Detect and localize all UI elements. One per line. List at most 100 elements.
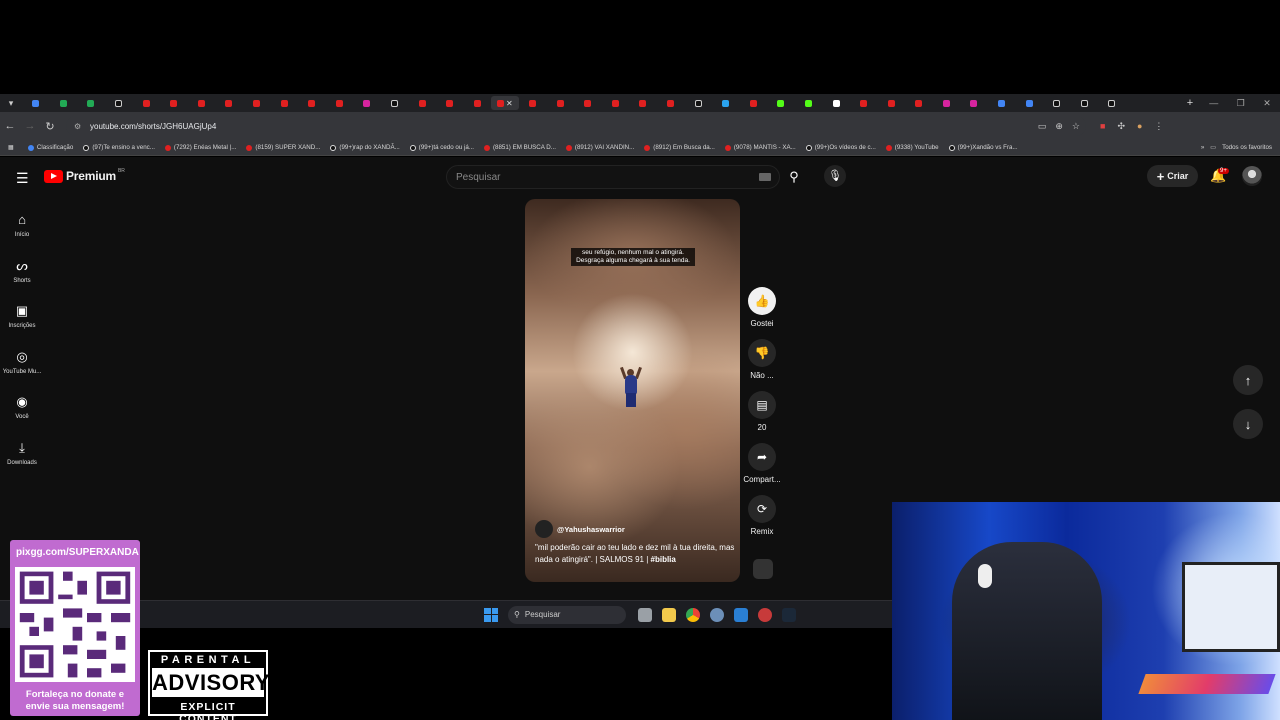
browser-menu-icon[interactable]: ⋮ (1154, 121, 1163, 132)
browser-tab[interactable] (657, 96, 685, 110)
forward-button[interactable]: → (20, 120, 40, 132)
browser-tab[interactable] (546, 96, 574, 110)
guide-item-youtube-music[interactable]: ◎ YouTube Mu... (0, 340, 44, 386)
bookmark-item[interactable]: (9078) MANTIS - XA... (724, 144, 796, 151)
browser-tab[interactable] (464, 96, 492, 110)
bookmark-item[interactable]: (8912) Em Busca da... (644, 144, 715, 151)
browser-tab[interactable] (188, 96, 216, 110)
previous-short-button[interactable]: ↑ (1233, 365, 1263, 395)
browser-tab[interactable] (574, 96, 602, 110)
guide-item-user[interactable]: ◉ Você (0, 385, 44, 431)
browser-tab[interactable] (105, 96, 133, 110)
share-icon[interactable]: ➦ (748, 443, 776, 471)
recorder-icon[interactable] (758, 607, 772, 622)
bookmark-item[interactable]: (9338) YouTube (885, 144, 939, 151)
browser-tab[interactable] (739, 96, 767, 110)
search-input[interactable]: Pesquisar (446, 165, 780, 189)
close-tab-icon[interactable]: ✕ (506, 99, 513, 108)
browser-tab[interactable] (77, 96, 105, 110)
search-icon[interactable]: ⚲ (782, 165, 806, 189)
close-window-icon[interactable]: ✕ (1263, 98, 1271, 109)
tab-search-chevron-icon[interactable]: ▾ (0, 94, 22, 112)
browser-tab[interactable] (408, 96, 436, 110)
browser-tab[interactable] (795, 96, 823, 110)
comment-icon[interactable]: ▤ (748, 391, 776, 419)
browser-tab[interactable] (436, 96, 464, 110)
settings-icon[interactable] (710, 607, 724, 622)
keyboard-icon[interactable] (759, 173, 771, 181)
browser-tab[interactable] (50, 96, 78, 110)
browser-tab[interactable] (822, 96, 850, 110)
back-button[interactable]: ← (0, 120, 20, 132)
browser-tab[interactable] (1043, 96, 1071, 110)
bookmark-item[interactable]: (97)Te ensino a venc... (83, 144, 155, 151)
guide-item-home[interactable]: ⌂ Início (0, 203, 44, 249)
browser-tab[interactable] (1071, 96, 1099, 110)
browser-tab[interactable] (22, 96, 50, 110)
bookmark-item[interactable]: (7292) Enéas Metal |... (164, 144, 236, 151)
browser-tab-active[interactable]: ✕ (491, 96, 519, 110)
extension-icon[interactable]: ■ (1100, 121, 1105, 132)
zoom-icon[interactable]: ⊕ (1055, 121, 1063, 132)
sound-thumbnail[interactable] (753, 559, 773, 579)
reload-button[interactable]: ↻ (40, 120, 60, 133)
like-icon[interactable]: 👍 (748, 287, 776, 315)
minimize-icon[interactable]: — (1209, 98, 1218, 109)
bookmark-item[interactable]: (8912) VAI XANDIN... (565, 144, 634, 151)
guide-item-shorts[interactable]: ᔕ Shorts (0, 249, 44, 295)
browser-tab[interactable] (684, 96, 712, 110)
cast-icon[interactable]: ▭ (1038, 121, 1047, 132)
guide-item-download[interactable]: ⤓ Downloads (0, 431, 44, 477)
browser-tab[interactable] (850, 96, 878, 110)
browser-tab[interactable] (298, 96, 326, 110)
browser-tab[interactable] (519, 96, 547, 110)
bookmark-item[interactable]: (99+)tá cedo ou já... (409, 144, 474, 151)
browser-tab[interactable] (601, 96, 629, 110)
short-video[interactable]: seu refúgio, nenhum mal o atingirá. Desg… (525, 199, 740, 582)
steam-icon[interactable] (782, 607, 796, 622)
taskbar-search[interactable]: ⚲ Pesquisar (508, 605, 626, 624)
browser-tab[interactable] (132, 96, 160, 110)
dislike-icon[interactable]: 👎 (748, 339, 776, 367)
bookmark-item[interactable]: (99+)Os vídeos de c... (805, 144, 876, 151)
maximize-icon[interactable]: ❐ (1237, 98, 1245, 109)
new-tab-button[interactable]: + (1180, 97, 1200, 109)
microphone-icon[interactable]: 🎙 (824, 165, 846, 187)
browser-tab[interactable] (877, 96, 905, 110)
bookmark-item[interactable]: Classificação (27, 144, 73, 151)
browser-tab[interactable] (1098, 96, 1126, 110)
browser-tab[interactable] (381, 96, 409, 110)
channel-avatar[interactable] (535, 520, 553, 538)
browser-tab[interactable] (629, 96, 657, 110)
bookmark-star-icon[interactable]: ☆ (1072, 121, 1080, 132)
account-avatar[interactable] (1242, 166, 1262, 186)
bookmark-item[interactable]: (8851) EM BUSCA D... (483, 144, 556, 151)
browser-tab[interactable] (905, 96, 933, 110)
browser-tab[interactable] (767, 96, 795, 110)
browser-tab[interactable] (270, 96, 298, 110)
channel-link[interactable]: @Yahushaswarrior (535, 520, 625, 538)
browser-tab[interactable] (243, 96, 271, 110)
browser-tab[interactable] (1015, 96, 1043, 110)
youtube-logo[interactable]: Premium BR (44, 168, 125, 183)
url-field[interactable]: ⚙ youtube.com/shorts/JGH6UAGjUp4 ▭ ⊕ ☆ (66, 116, 1086, 136)
short-description[interactable]: "mil poderão cair ao teu lado e dez mil … (535, 542, 735, 566)
chrome-icon[interactable] (686, 607, 700, 622)
windows-start-icon[interactable] (482, 606, 500, 624)
site-info-icon[interactable]: ⚙ (74, 122, 84, 131)
menu-icon[interactable]: ☰ (16, 170, 29, 187)
browser-tab[interactable] (960, 96, 988, 110)
browser-tab[interactable] (988, 96, 1016, 110)
guide-item-subscriptions[interactable]: ▣ Inscrições (0, 294, 44, 340)
app-icon[interactable] (734, 607, 748, 622)
browser-tab[interactable] (712, 96, 740, 110)
all-bookmarks[interactable]: » ▭ Todos os favoritos (1201, 144, 1280, 151)
next-short-button[interactable]: ↓ (1233, 409, 1263, 439)
bookmark-item[interactable]: (99+)rap do XANDÃ... (330, 144, 400, 151)
browser-tab[interactable] (160, 96, 188, 110)
create-button[interactable]: + Criar (1147, 165, 1198, 187)
remix-icon[interactable]: ⟳ (748, 495, 776, 523)
extensions-puzzle-icon[interactable]: ✣ (1117, 121, 1125, 132)
task-view-icon[interactable] (638, 607, 652, 622)
bookmark-item[interactable]: (99+)Xandão vs Fra... (948, 144, 1018, 151)
